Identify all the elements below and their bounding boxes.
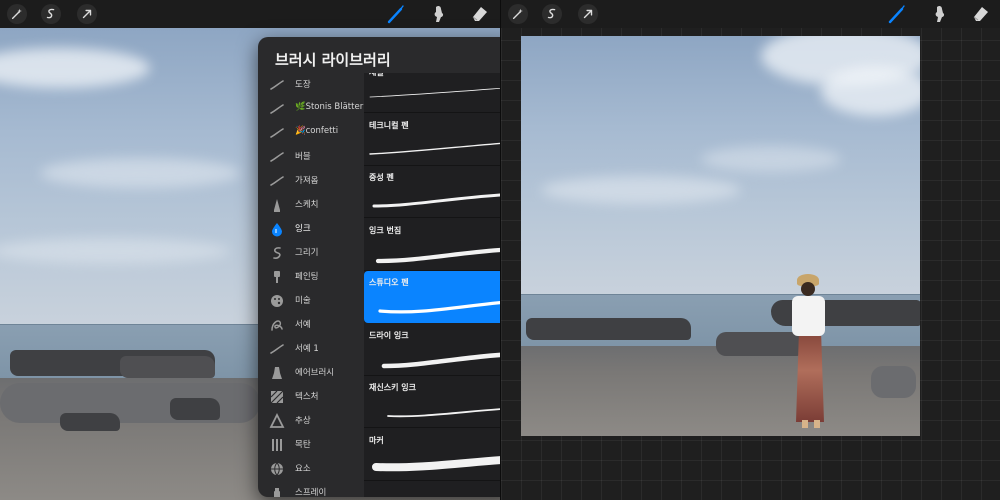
selection-icon[interactable]	[542, 4, 562, 24]
brush-category-label: 버블	[295, 152, 311, 162]
brush-item[interactable]: 잉크 번짐	[364, 219, 500, 271]
brush-category-label: 스프레이	[295, 488, 327, 497]
spray-icon	[267, 484, 287, 497]
move-arrow-icon[interactable]	[578, 4, 598, 24]
brush-category-label: 🎉confetti	[295, 126, 339, 136]
brush-category-label: 🌿Stonis Blätter	[295, 102, 364, 112]
brush-item[interactable]: 중성 펜	[364, 166, 500, 218]
brush-category-item[interactable]: 텍스처	[258, 385, 364, 409]
brush-stroke-preview	[381, 352, 500, 368]
brush-category-item[interactable]: 스케치	[258, 193, 364, 217]
brush-item[interactable]: 재신스키 잉크	[364, 376, 500, 428]
brush-category-item[interactable]: 그리기	[258, 241, 364, 265]
stroke-icon	[267, 340, 287, 358]
brush-category-label: 서예	[295, 320, 311, 330]
pencil-tip-icon	[267, 196, 287, 214]
brush-category-item[interactable]: 🎉confetti	[258, 121, 364, 145]
brush-library-title: 브러시 라이브러리	[275, 51, 391, 69]
brush-category-item[interactable]: 페인팅	[258, 265, 364, 289]
brush-category-item[interactable]: 요소	[258, 457, 364, 481]
triangle-icon	[267, 412, 287, 430]
stroke-icon	[267, 172, 287, 190]
texture-icon	[267, 388, 287, 406]
brush-category-label: 목탄	[295, 440, 311, 450]
eraser-tool-icon[interactable]	[470, 4, 490, 24]
brush-stroke-preview	[372, 193, 500, 208]
brush-category-item[interactable]: 추상	[258, 409, 364, 433]
palette-icon	[267, 292, 287, 310]
brush-category-item[interactable]: 도장	[258, 73, 364, 97]
brush-item[interactable]: 세필	[364, 73, 500, 113]
stroke-icon	[267, 148, 287, 166]
globe-icon	[267, 460, 287, 478]
charcoal-icon	[267, 436, 287, 454]
brush-list[interactable]: 세필테크니컬 펜중성 펜잉크 번짐스튜디오 펜드라이 잉크재신스키 잉크마커	[364, 73, 500, 497]
canvas-photo[interactable]	[521, 36, 920, 436]
brush-stroke-preview	[378, 300, 500, 314]
brush-stroke-preview	[372, 455, 500, 471]
brush-category-item[interactable]: 서예 1	[258, 337, 364, 361]
wand-icon[interactable]	[7, 4, 27, 24]
brush-category-item[interactable]: 에어브러시	[258, 361, 364, 385]
brush-stroke-preview	[369, 87, 500, 98]
brush-category-item[interactable]: 🌿Stonis Blätter	[258, 97, 364, 121]
stroke-icon	[267, 76, 287, 94]
brush-item[interactable]: 스튜디오 펜	[364, 271, 500, 323]
brush-category-item[interactable]: 미술	[258, 289, 364, 313]
brush-category-label: 페인팅	[295, 272, 319, 282]
brush-stroke-preview	[387, 408, 500, 418]
wand-icon[interactable]	[508, 4, 528, 24]
brush-tool-icon[interactable]	[386, 4, 406, 24]
toolbar-right	[501, 0, 1000, 28]
brush-category-label: 그리기	[295, 248, 319, 258]
brush-stroke-preview	[375, 247, 500, 263]
paintbrush-icon	[267, 268, 287, 286]
brush-category-label: 요소	[295, 464, 311, 474]
brush-category-item[interactable]: 가져옴	[258, 169, 364, 193]
brush-category-label: 가져옴	[295, 176, 319, 186]
eraser-tool-icon[interactable]	[971, 4, 991, 24]
move-arrow-icon[interactable]	[77, 4, 97, 24]
brush-category-label: 스케치	[295, 200, 319, 210]
brush-category-label: 텍스처	[295, 392, 319, 402]
smudge-tool-icon[interactable]	[428, 4, 448, 24]
brush-category-item[interactable]: 스프레이	[258, 481, 364, 497]
brush-category-item[interactable]: 목탄	[258, 433, 364, 457]
brush-category-label: 에어브러시	[295, 368, 335, 378]
brush-item[interactable]: 드라이 잉크	[364, 324, 500, 376]
swirl-icon	[267, 244, 287, 262]
left-screen: 브러시 라이브러리 도장 🌿Stonis Blätter 🎉confetti 버블가져…	[0, 0, 500, 500]
ink-drop-icon	[267, 220, 287, 238]
right-screen	[500, 0, 1000, 500]
brush-category-label: 미술	[295, 296, 311, 306]
selection-icon[interactable]	[41, 4, 61, 24]
toolbar-left	[0, 0, 500, 28]
airbrush-icon	[267, 364, 287, 382]
brush-category-item[interactable]: 서예	[258, 313, 364, 337]
brush-category-label: 도장	[295, 80, 311, 90]
brush-category-list[interactable]: 도장 🌿Stonis Blätter 🎉confetti 버블가져옴스케치잉크그리기페…	[258, 73, 364, 497]
brush-tool-icon[interactable]	[887, 4, 907, 24]
brush-category-label: 잉크	[295, 224, 311, 234]
brush-category-label: 추상	[295, 416, 311, 426]
brush-item[interactable]: 테크니컬 펜	[364, 114, 500, 166]
smudge-tool-icon[interactable]	[929, 4, 949, 24]
brush-library-panel: 브러시 라이브러리 도장 🌿Stonis Blätter 🎉confetti 버블가져…	[258, 37, 500, 497]
brush-category-item[interactable]: 잉크	[258, 217, 364, 241]
stroke-icon	[267, 100, 287, 118]
calligraphy-icon	[267, 316, 287, 334]
brush-item[interactable]: 마커	[364, 429, 500, 481]
brush-category-item[interactable]: 버블	[258, 145, 364, 169]
stroke-icon	[267, 124, 287, 142]
brush-stroke-preview	[369, 142, 500, 155]
brush-category-label: 서예 1	[295, 344, 319, 354]
